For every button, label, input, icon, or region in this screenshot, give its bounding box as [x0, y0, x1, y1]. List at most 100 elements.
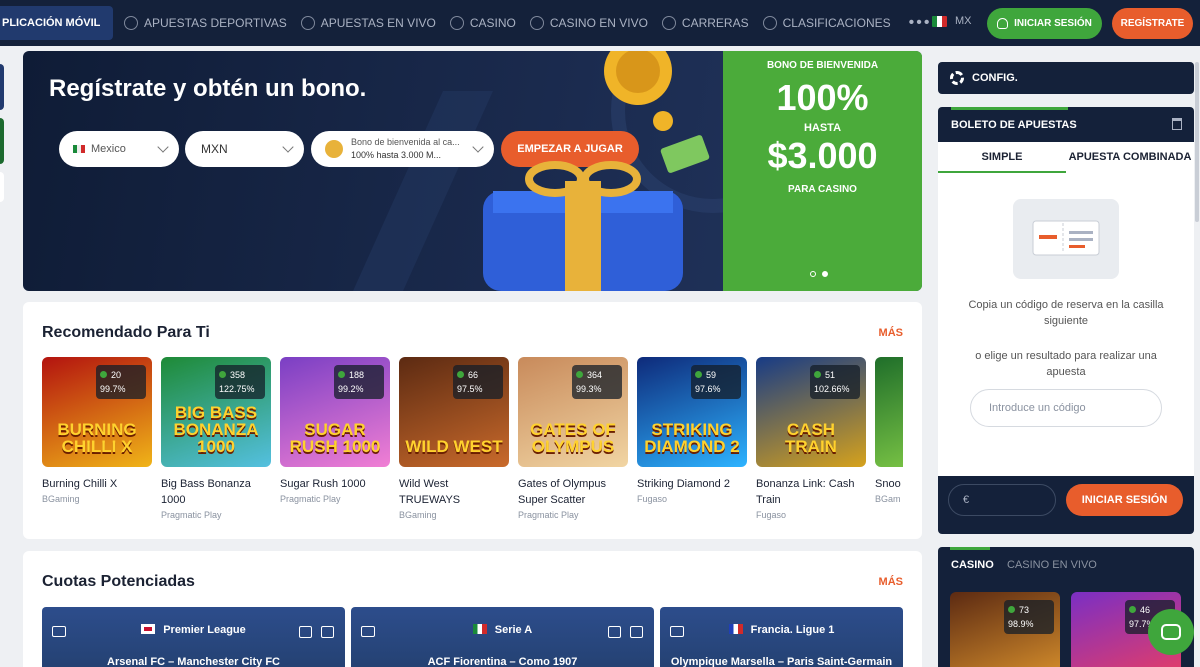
game-name: Snoo — [875, 476, 903, 492]
page-scrollbar[interactable] — [1195, 62, 1199, 222]
booking-code-input[interactable]: Introduce un código — [970, 389, 1162, 427]
nav-item-rankings[interactable]: CLASIFICACIONES — [762, 16, 891, 30]
game-name-line: Gates of Olympus — [518, 478, 607, 490]
trash-icon[interactable] — [1172, 118, 1182, 130]
game-card[interactable]: 188 99.2% SUGAR RUSH 1000 Sugar Rush 1000 Pr… — [280, 357, 390, 506]
game-card[interactable]: 66 97.5% WILD WEST Wild West TRUEWAYS BGaming — [399, 357, 509, 522]
clover-icon — [695, 371, 702, 378]
carousel-dot-active[interactable] — [822, 271, 828, 277]
rail-tab[interactable] — [0, 172, 4, 202]
stats-line-icon[interactable] — [299, 626, 312, 638]
match-teams: ACF Fiorentina – Como 1907 — [427, 656, 578, 667]
mexico-flag-icon[interactable] — [932, 16, 947, 27]
game-thumbnail[interactable]: 51 102.66% CASH TRAIN — [756, 357, 866, 467]
stats-line-icon[interactable] — [608, 626, 621, 638]
game-name: Gates of Olympus Super Scatter — [518, 476, 628, 508]
config-button[interactable]: CONFIG. — [938, 62, 1194, 94]
tab-live-casino[interactable]: CASINO EN VIVO — [1007, 559, 1097, 571]
mobile-app-label: PLICACIÓN MÓVIL — [2, 17, 101, 29]
nav-label: CASINO EN VIVO — [549, 16, 648, 30]
game-thumbnail[interactable]: 188 99.2% SUGAR RUSH 1000 — [280, 357, 390, 467]
rtp-value: 102.66% — [814, 384, 850, 394]
boosted-match-card[interactable]: Francia. Ligue 1 Olympique Marsella – Pa… — [660, 607, 903, 667]
game-logo-text: BIG BASS BONANZA 1000 — [173, 403, 259, 456]
more-menu-icon[interactable]: ••• — [909, 14, 932, 32]
login-button[interactable]: INICIAR SESIÓN — [987, 8, 1102, 39]
bet-slip-title: BOLETO DE APUESTAS — [951, 119, 1077, 131]
rtp-value: 99.2% — [338, 384, 364, 394]
stats-bar-icon[interactable] — [321, 626, 334, 638]
game-name: Burning Chilli X — [42, 476, 152, 492]
trophy-icon — [762, 16, 777, 30]
game-thumbnail[interactable]: 20 99.7% BURNING CHILLI X — [42, 357, 152, 467]
hero-title: Regístrate y obtén un bono. — [49, 75, 367, 102]
country-select[interactable]: Mexico — [59, 131, 179, 167]
tab-casino[interactable]: CASINO — [951, 559, 994, 571]
casino-game-thumb[interactable]: 73 98.9% — [950, 592, 1060, 667]
stake-input[interactable]: € — [948, 484, 1056, 516]
game-card[interactable]: 358 122.75% BIG BASS BONANZA 1000 Big Bass … — [161, 357, 271, 522]
game-logo-text: CASH TRAIN — [785, 420, 837, 456]
sidebar-login-button[interactable]: INICIAR SESIÓN — [1066, 484, 1183, 516]
more-link[interactable]: MÁS — [879, 576, 903, 588]
game-thumbnail[interactable]: 358 122.75% BIG BASS BONANZA 1000 — [161, 357, 271, 467]
more-link[interactable]: MÁS — [879, 327, 903, 339]
rail-tab[interactable] — [0, 64, 4, 110]
game-name: Big Bass Bonanza 1000 — [161, 476, 271, 508]
carousel-dot[interactable] — [810, 271, 816, 277]
rail-tab[interactable] — [0, 118, 4, 164]
game-thumbnail[interactable] — [875, 357, 903, 467]
nav-item-live-casino[interactable]: CASINO EN VIVO — [529, 16, 648, 30]
horse-icon — [661, 16, 676, 30]
player-count: 66 — [468, 370, 479, 380]
nav-item-live[interactable]: APUESTAS EN VIVO — [300, 16, 436, 30]
game-logo-text: GATES OF OLYMPUS — [530, 420, 616, 456]
boosted-match-card[interactable]: Premier League Arsenal FC – Manchester C… — [42, 607, 345, 667]
game-card[interactable]: 51 102.66% CASH TRAIN Bonanza Link: Cash Tra… — [756, 357, 866, 522]
game-stats: 66 97.5% — [453, 365, 503, 399]
league-name: Premier League — [163, 624, 246, 636]
bonus-amount: $3.000 — [767, 135, 878, 176]
nav-label: CASINO — [469, 16, 516, 30]
player-count: 46 — [1140, 605, 1151, 615]
nav-item-casino[interactable]: CASINO — [449, 16, 516, 30]
register-button[interactable]: REGÍSTRATE — [1112, 8, 1193, 39]
chevron-down-icon — [472, 141, 484, 153]
game-card[interactable]: 59 97.6% STRIKING DIAMOND 2 Striking Diamon… — [637, 357, 747, 506]
game-name-line: Bonanza Link: Cash — [756, 478, 855, 490]
game-thumbnail[interactable]: 364 99.3% GATES OF OLYMPUS — [518, 357, 628, 467]
rtp-value: 98.9% — [1008, 619, 1034, 629]
clover-icon — [219, 371, 226, 378]
bonus-upto: HASTA — [803, 122, 842, 134]
game-card[interactable]: 364 99.3% GATES OF OLYMPUS Gates of Olympus… — [518, 357, 628, 522]
live-chat-button[interactable] — [1148, 609, 1194, 655]
currency-select[interactable]: MXN — [185, 131, 304, 167]
game-provider: Pragmatic Play — [518, 510, 579, 520]
tab-simple[interactable]: SIMPLE — [938, 142, 1066, 173]
game-name-line: TRUEWAYS — [399, 494, 461, 506]
tab-combo[interactable]: APUESTA COMBINADA — [1066, 142, 1194, 173]
game-name-line: Striking Diamond 2 — [637, 478, 730, 490]
bonus-target: PARA CASINO — [788, 184, 857, 195]
mobile-app-button[interactable]: PLICACIÓN MÓVIL — [0, 6, 113, 40]
language-label[interactable]: MX — [955, 15, 972, 27]
bet-slip: BOLETO DE APUESTAS SIMPLE APUESTA COMBIN… — [938, 107, 1194, 534]
game-card[interactable]: 20 99.7% BURNING CHILLI X Burning Chilli X B… — [42, 357, 152, 506]
welcome-bonus-panel[interactable]: BONO DE BIENVENIDA 100% HASTA $3.000 PAR… — [723, 51, 922, 291]
game-name-line: Burning Chilli X — [42, 478, 118, 490]
login-label: INICIAR SESIÓN — [1014, 18, 1092, 29]
game-thumbnail[interactable]: 66 97.5% WILD WEST — [399, 357, 509, 467]
game-name: Bonanza Link: Cash Train — [756, 476, 866, 508]
italy-flag-icon — [472, 624, 487, 634]
game-thumbnail[interactable]: 59 97.6% STRIKING DIAMOND 2 — [637, 357, 747, 467]
nav-item-races[interactable]: CARRERAS — [661, 16, 749, 30]
rtp-value: 99.3% — [576, 384, 602, 394]
bonus-select[interactable]: Bono de bienvenida al ca... 100% hasta 3.… — [311, 131, 494, 167]
england-flag-icon — [141, 624, 156, 634]
game-card[interactable]: Snoo BGam — [875, 357, 903, 506]
boosted-match-card[interactable]: Serie A ACF Fiorentina – Como 1907 — [351, 607, 654, 667]
game-name-line: Train — [756, 494, 781, 506]
stats-bar-icon[interactable] — [630, 626, 643, 638]
nav-item-sports[interactable]: APUESTAS DEPORTIVAS — [124, 16, 287, 30]
slip-message: Copia un código de reserva en la casilla… — [968, 299, 1164, 327]
